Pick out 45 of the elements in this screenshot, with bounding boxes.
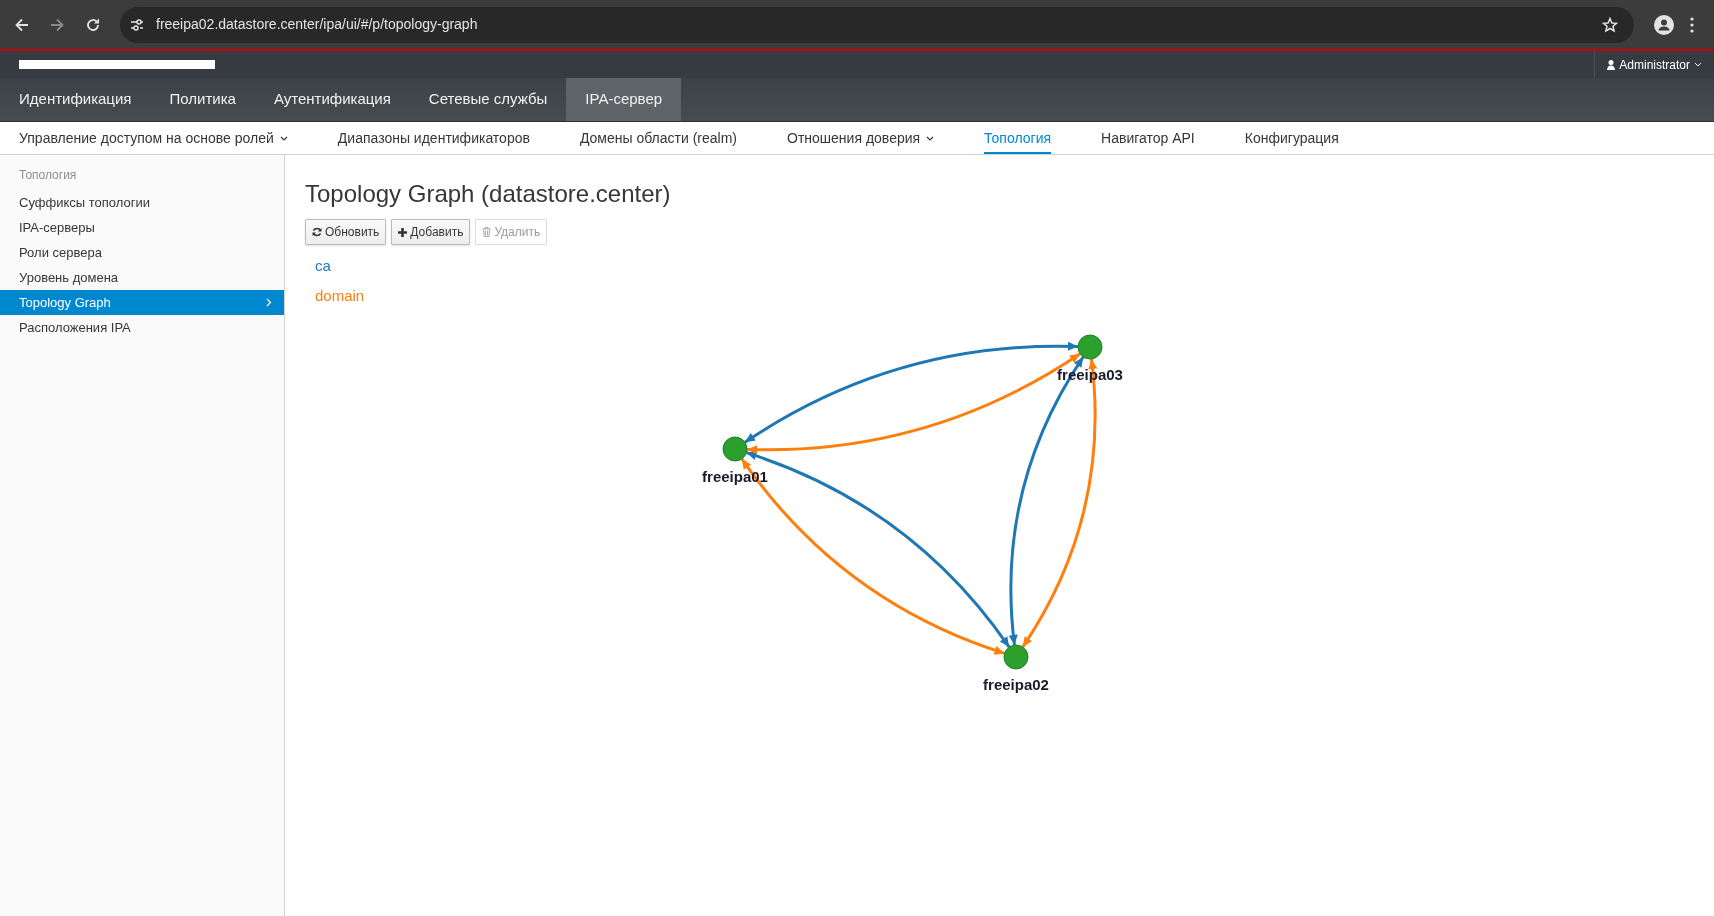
back-icon[interactable] (15, 17, 29, 32)
nav-tab[interactable]: Политика (150, 78, 255, 121)
server-node[interactable] (1003, 644, 1029, 670)
legend-label: ca (315, 255, 332, 276)
sidebar-item[interactable]: Topology Graph (0, 290, 284, 315)
url-text: freeipa02.datastore.center/ipa/ui/#/p/topology-graph (156, 15, 479, 34)
caret-icon (1694, 62, 1702, 67)
caret-icon (926, 135, 935, 141)
sidebar-item[interactable]: Роли сервера (0, 240, 284, 265)
trash-icon (482, 227, 492, 237)
toolbar-button[interactable]: Обновить (305, 219, 387, 245)
legend-label: domain (315, 285, 366, 306)
more-menu-icon[interactable] (1690, 16, 1694, 33)
node-label: freeipa02 (983, 676, 1049, 693)
sub-nav-tab[interactable]: Отношения доверия (787, 122, 935, 154)
caret-icon (279, 135, 288, 141)
server-node[interactable] (722, 436, 748, 462)
profile-icon[interactable] (1654, 14, 1674, 35)
sidebar-item[interactable]: Суффиксы топологии (0, 190, 284, 215)
nav-tab[interactable]: Идентификация (0, 78, 151, 121)
server-node[interactable] (1077, 334, 1103, 360)
forward-icon[interactable] (50, 17, 64, 32)
refresh-icon (312, 227, 322, 237)
sub-nav-tab[interactable]: Домены области (realm) (579, 122, 738, 154)
sidebar-item[interactable]: Расположения IPA (0, 315, 284, 340)
address-bar[interactable]: freeipa02.datastore.center/ipa/ui/#/p/topology-graph (120, 6, 1634, 43)
reload-icon[interactable] (86, 17, 100, 32)
sub-nav-tab[interactable]: Конфигурация (1244, 122, 1339, 154)
nav-tab[interactable]: IPA-сервер (566, 78, 682, 121)
sidebar-item[interactable]: Уровень домена (0, 265, 284, 290)
page-title: Topology Graph (datastore.center) (305, 179, 672, 209)
sub-nav-tab[interactable]: Навигатор API (1101, 122, 1195, 154)
star-icon[interactable] (1602, 16, 1618, 33)
sub-nav-tab[interactable]: Диапазоны идентификаторов (337, 122, 530, 154)
nav-tab[interactable]: Аутентификация (254, 78, 410, 121)
sidebar-item[interactable]: IPA-серверы (0, 215, 284, 240)
plus-icon (398, 227, 408, 237)
site-settings-icon[interactable] (130, 17, 144, 32)
sidebar-heading: Топология (18, 167, 78, 184)
nav-tab[interactable]: Сетевые службы (409, 78, 567, 121)
sub-nav-tab[interactable]: Управление доступом на основе ролей (19, 122, 288, 154)
sub-nav-tab[interactable]: Топология (984, 122, 1052, 154)
chevron-right-icon (266, 298, 272, 307)
user-icon (1607, 59, 1616, 70)
toolbar-button[interactable]: Добавить (391, 219, 471, 245)
